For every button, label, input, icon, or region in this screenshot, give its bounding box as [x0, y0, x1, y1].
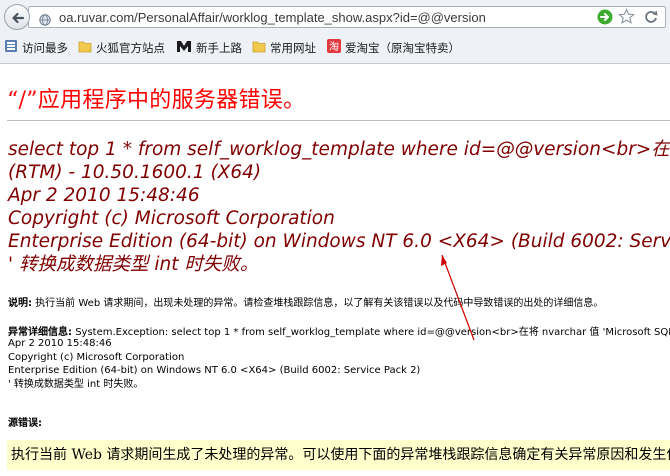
back-button[interactable]: [4, 4, 30, 30]
message-line: select top 1 * from self_worklog_templat…: [8, 139, 670, 160]
title-divider: [7, 120, 670, 121]
exception-line: Copyright (c) Microsoft Corporation: [8, 351, 185, 363]
bookmarks-toolbar: 访问最多 火狐官方站点 新手上路 常用网址 淘爱淘宝（原淘宝特卖）: [0, 36, 670, 60]
message-line: Enterprise Edition (64-bit) on Windows N…: [8, 231, 670, 252]
bookmark-common-sites[interactable]: 常用网址: [252, 39, 316, 57]
folder-icon: [78, 40, 92, 58]
url-text[interactable]: oa.ruvar.com/PersonalAffair/worklog_temp…: [59, 10, 486, 25]
bookmark-folder-icon: [4, 39, 18, 58]
exception-line: Enterprise Edition (64-bit) on Windows N…: [8, 365, 421, 376]
globe-icon: [39, 11, 51, 26]
go-arrow-icon[interactable]: [597, 9, 613, 25]
svg-text:淘: 淘: [329, 40, 339, 53]
exception-line: Apr 2 2010 15:48:46: [8, 338, 112, 349]
message-line: (RTM) - 10.50.1600.1 (X64): [8, 162, 262, 183]
taobao-icon: 淘: [327, 39, 341, 58]
message-line: Copyright (c) Microsoft Corporation: [8, 208, 335, 229]
bookmark-label: 访问最多: [22, 41, 68, 55]
bookmark-label: 爱淘宝（原淘宝特卖）: [345, 41, 460, 55]
message-line: Apr 2 2010 15:48:46: [8, 185, 200, 206]
exception-details: Apr 2 2010 15:48:46 Copyright (c) Micros…: [8, 337, 420, 391]
bookmark-taobao[interactable]: 淘爱淘宝（原淘宝特卖）: [327, 39, 460, 57]
bookmark-label: 常用网址: [270, 41, 316, 55]
address-bar[interactable]: oa.ruvar.com/PersonalAffair/worklog_temp…: [28, 6, 666, 28]
bookmark-star-icon[interactable]: [618, 8, 635, 25]
exception-line: ' 转换成数据类型 int 时失败。: [8, 378, 144, 390]
navigation-bar: oa.ruvar.com/PersonalAffair/worklog_temp…: [0, 0, 670, 35]
description-row: 说明: 执行当前 Web 请求期间，出现未处理的异常。请检查堆栈跟踪信息，以了解…: [8, 294, 603, 309]
bookmark-firefox-site[interactable]: 火狐官方站点: [78, 39, 165, 57]
page-content: “/”应用程序中的服务器错误。 select top 1 * from self…: [0, 64, 670, 476]
bookmark-getting-started[interactable]: 新手上路: [176, 39, 242, 57]
bookmark-most-visited[interactable]: 访问最多: [4, 39, 68, 57]
bookmark-label: 火狐官方站点: [96, 41, 165, 55]
error-message: select top 1 * from self_worklog_templat…: [8, 138, 670, 276]
source-error-box: 执行当前 Web 请求期间生成了未处理的异常。可以使用下面的异常堆栈跟踪信息确定…: [7, 440, 670, 470]
description-text: 执行当前 Web 请求期间，出现未处理的异常。请检查堆栈跟踪信息，以了解有关该错…: [35, 298, 604, 309]
source-error-text: 执行当前 Web 请求期间生成了未处理的异常。可以使用下面的异常堆栈跟踪信息确定…: [11, 447, 670, 463]
source-error-label: 源错误:: [8, 418, 42, 429]
browser-chrome: oa.ruvar.com/PersonalAffair/worklog_temp…: [0, 0, 670, 64]
back-arrow-icon: [12, 12, 25, 24]
folder-icon: [252, 40, 266, 58]
description-label: 说明:: [8, 298, 32, 309]
error-title: “/”应用程序中的服务器错误。: [7, 88, 306, 113]
source-error-row: 源错误:: [8, 414, 42, 429]
message-line: ' 转换成数据类型 int 时失败。: [8, 254, 259, 275]
bookmark-label: 新手上路: [196, 41, 242, 55]
reload-icon[interactable]: [643, 9, 659, 25]
exception-row: 异常详细信息: System.Exception: select top 1 *…: [8, 323, 670, 338]
firefox-m-icon: [176, 39, 192, 58]
